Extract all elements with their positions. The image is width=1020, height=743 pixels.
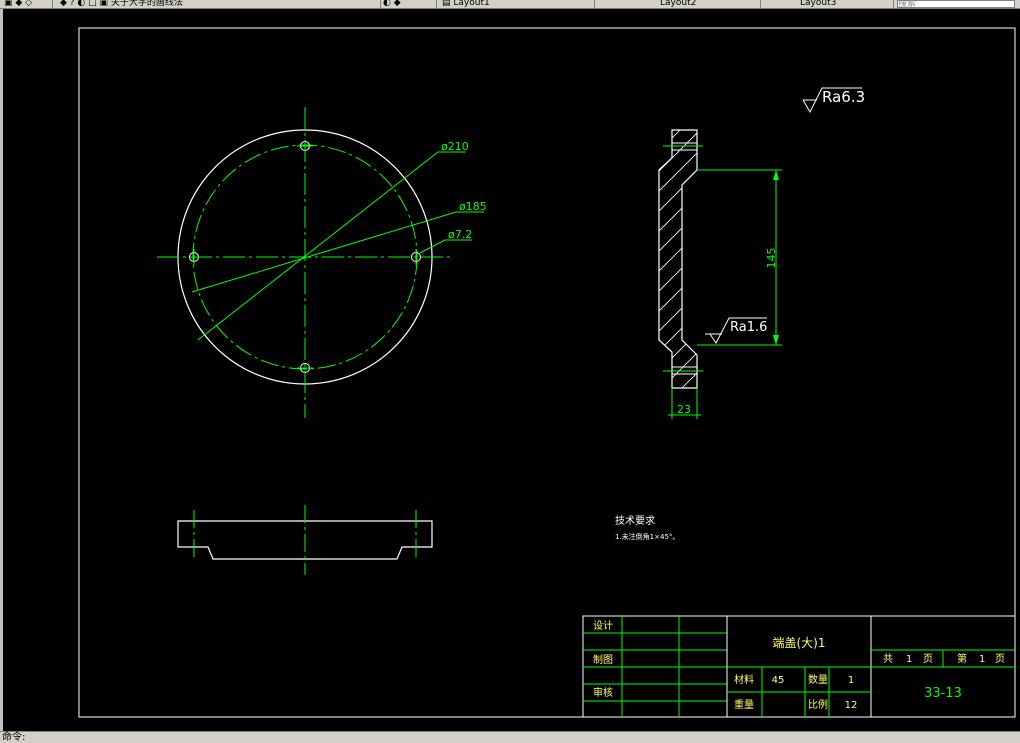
section-view: 145 23 Ra1.6 — [658, 129, 782, 419]
svg-text:材料: 材料 — [734, 673, 754, 686]
title-block — [582, 615, 1016, 718]
general-roughness: Ra6.3 — [802, 87, 865, 114]
front-view: ø210 ø185 ø7.2 — [157, 107, 487, 418]
svg-text:共: 共 — [883, 653, 893, 665]
drawing-canvas[interactable]: ø210 ø185 ø7.2 145 23 Ra1.6 Ra6.3 技术要求 1… — [0, 0, 1020, 742]
leader-d185 — [191, 211, 484, 293]
section-outline — [658, 129, 698, 389]
roughness-face-label: Ra1.6 — [730, 320, 767, 335]
svg-text:制图: 制图 — [593, 653, 613, 666]
dim-d210-label: ø210 — [441, 140, 469, 153]
svg-text:审核: 审核 — [593, 686, 613, 699]
leader-d210 — [197, 151, 466, 341]
scale-value: 12 — [845, 700, 858, 711]
dim-d72-label: ø7.2 — [448, 228, 472, 241]
quantity-value: 1 — [848, 675, 854, 686]
dim-145-label: 145 — [765, 248, 778, 269]
dim-23-label: 23 — [677, 403, 691, 416]
svg-text:重量: 重量 — [734, 698, 754, 711]
part-name: 端盖(大)1 — [773, 636, 826, 650]
leader-d72 — [419, 239, 472, 254]
top-view — [177, 505, 433, 575]
tech-req-title: 技术要求 — [615, 514, 655, 527]
svg-text:第: 第 — [957, 652, 967, 665]
material-value: 45 — [772, 675, 785, 686]
tech-req-line1: 1.未注倒角1×45°。 — [615, 532, 679, 541]
svg-text:设计: 设计 — [593, 619, 613, 632]
drawing-number: 33-13 — [924, 686, 962, 701]
svg-text:比例: 比例 — [808, 698, 828, 711]
svg-text:数量: 数量 — [808, 673, 828, 686]
svg-text:1: 1 — [979, 654, 985, 665]
svg-text:1: 1 — [906, 654, 912, 665]
roughness-top-label: Ra6.3 — [822, 88, 865, 106]
status-bar: 命令: — [0, 731, 1020, 743]
drawing-frame — [78, 27, 1016, 718]
svg-text:页: 页 — [995, 653, 1005, 665]
svg-text:页: 页 — [923, 653, 933, 665]
command-line[interactable]: 命令: — [2, 732, 25, 743]
technical-requirements: 技术要求 1.未注倒角1×45°。 — [615, 514, 679, 541]
dim-d185-label: ø185 — [459, 200, 487, 213]
